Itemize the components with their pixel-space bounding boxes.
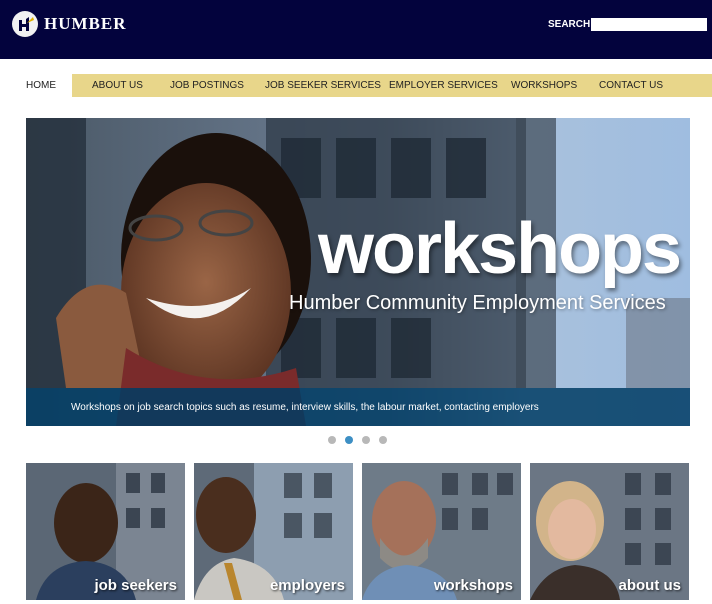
nav-contact-us[interactable]: CONTACT US bbox=[599, 74, 663, 97]
hero-caption-bar: Workshops on job search topics such as r… bbox=[26, 388, 690, 426]
tile-label: job seekers bbox=[94, 577, 177, 594]
carousel-dots bbox=[328, 436, 396, 444]
nav-employer-services[interactable]: EMPLOYER SERVICES bbox=[389, 74, 498, 97]
hero-banner[interactable]: workshops Humber Community Employment Se… bbox=[26, 118, 690, 426]
tile-label: workshops bbox=[433, 577, 513, 594]
tile-about-us[interactable]: about us bbox=[530, 463, 689, 600]
tile-workshops[interactable]: workshops bbox=[362, 463, 521, 600]
carousel-dot-2[interactable] bbox=[345, 436, 353, 444]
tile-job-seekers[interactable]: job seekers bbox=[26, 463, 185, 600]
carousel-dot-1[interactable] bbox=[328, 436, 336, 444]
hero-subtitle: Humber Community Employment Services bbox=[289, 292, 666, 314]
carousel-dot-4[interactable] bbox=[379, 436, 387, 444]
site-header: HUMBER SEARCH bbox=[0, 0, 712, 59]
carousel-dot-3[interactable] bbox=[362, 436, 370, 444]
hero-caption: Workshops on job search topics such as r… bbox=[71, 402, 539, 413]
humber-logo[interactable]: HUMBER bbox=[12, 11, 127, 37]
nav-job-seeker-services[interactable]: JOB SEEKER SERVICES bbox=[265, 74, 381, 97]
nav-workshops[interactable]: WORKSHOPS bbox=[511, 74, 577, 97]
humber-logo-icon bbox=[12, 11, 38, 37]
tile-employers[interactable]: employers bbox=[194, 463, 353, 600]
tile-label: about us bbox=[618, 577, 682, 594]
nav-job-postings[interactable]: JOB POSTINGS bbox=[170, 74, 244, 97]
tile-label: employers bbox=[269, 577, 345, 594]
search-input[interactable] bbox=[591, 18, 707, 31]
search-label: SEARCH bbox=[548, 19, 591, 30]
hero-title: workshops bbox=[318, 209, 682, 289]
main-nav: HOME ABOUT US JOB POSTINGS JOB SEEKER SE… bbox=[0, 59, 712, 97]
nav-about-us[interactable]: ABOUT US bbox=[92, 74, 143, 97]
logo-text: HUMBER bbox=[44, 14, 127, 33]
nav-home[interactable]: HOME bbox=[0, 74, 72, 97]
